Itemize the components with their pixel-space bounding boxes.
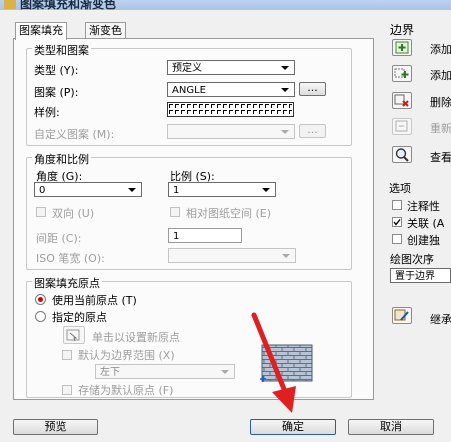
- ok-button[interactable]: 确定: [250, 419, 336, 435]
- use-current-origin-radio[interactable]: [35, 294, 46, 305]
- checkmark-icon: [393, 219, 401, 226]
- recreate-label: 重新: [430, 122, 451, 135]
- set-origin-button[interactable]: [63, 326, 85, 344]
- scale-value: 1: [173, 185, 180, 196]
- associative-label: 关联 (A: [407, 217, 445, 230]
- preview-button[interactable]: 预览: [13, 419, 98, 435]
- angle-scale-title: 角度和比例: [32, 151, 91, 167]
- cancel-button[interactable]: 取消: [348, 419, 434, 435]
- type-label: 类型 (Y):: [34, 64, 79, 77]
- chevron-down-icon: [281, 88, 289, 92]
- relative-paper-label: 相对图纸空间 (E): [186, 207, 272, 220]
- app-icon: [4, 0, 16, 9]
- pattern-value: ANGLE: [172, 85, 206, 96]
- spacing-label: 间距 (C):: [36, 232, 82, 245]
- store-default-label: 存储为默认原点 (F): [78, 384, 174, 397]
- add-pick-icon: [395, 41, 409, 54]
- type-dropdown[interactable]: 预定义: [167, 60, 295, 75]
- add-pick-label: 添加: [430, 43, 451, 56]
- options-title: 选项: [389, 182, 411, 195]
- title-bar: 图案填充和渐变色: [0, 0, 451, 10]
- view-label: 查看: [430, 151, 451, 164]
- associative-checkbox[interactable]: [392, 217, 402, 227]
- specified-origin-label: 指定的原点: [52, 311, 107, 324]
- iso-pen-label: ISO 笔宽 (O):: [36, 252, 105, 265]
- add-select-objects-button[interactable]: [392, 65, 412, 82]
- view-selections-button[interactable]: [392, 146, 412, 163]
- pattern-dropdown[interactable]: ANGLE: [167, 82, 295, 97]
- magnifier-icon: [395, 148, 409, 162]
- add-select-label: 添加: [430, 69, 451, 82]
- inherit-properties-button[interactable]: [392, 307, 412, 324]
- paintbrush-icon: [394, 309, 409, 321]
- specified-origin-radio[interactable]: [35, 311, 46, 322]
- pick-point-icon: [66, 329, 80, 342]
- pattern-browse-button[interactable]: ...: [299, 82, 326, 96]
- pattern-label: 图案 (P):: [34, 86, 79, 99]
- chevron-down-icon: [281, 66, 289, 70]
- click-set-origin-label: 单击以设置新原点: [92, 331, 180, 344]
- origin-title: 图案填充原点: [32, 275, 102, 291]
- separate-hatches-label: 创建独: [407, 234, 440, 247]
- default-extents-label: 默认为边界范围 (X): [78, 349, 175, 362]
- recreate-boundary-icon: [395, 120, 408, 132]
- angle-pattern-preview: [169, 104, 292, 115]
- type-pattern-title: 类型和图案: [32, 42, 91, 58]
- draw-order-value: 置于边界: [395, 271, 435, 282]
- chevron-down-icon: [128, 188, 136, 192]
- pattern-swatch[interactable]: [167, 102, 294, 117]
- window-title: 图案填充和渐变色: [20, 0, 117, 10]
- separate-hatches-checkbox[interactable]: [392, 234, 402, 244]
- custom-pattern-label: 自定义图案 (M):: [34, 128, 115, 141]
- chevron-down-icon: [221, 370, 229, 374]
- tab-hatch[interactable]: 图案填充: [15, 22, 67, 40]
- annotative-checkbox[interactable]: [392, 200, 402, 210]
- tab-gradient[interactable]: 渐变色: [85, 22, 126, 39]
- angle-value: 0: [39, 185, 46, 196]
- add-pick-points-button[interactable]: [392, 39, 412, 56]
- custom-pattern-dropdown[interactable]: [167, 124, 295, 139]
- double-label: 双向 (U): [52, 207, 95, 220]
- red-arrow-icon: [251, 312, 296, 413]
- relative-paper-checkbox[interactable]: [170, 207, 180, 217]
- spacing-value: 1: [173, 231, 180, 242]
- chevron-down-icon: [282, 254, 290, 258]
- iso-pen-dropdown[interactable]: [168, 248, 296, 263]
- remove-boundaries-button[interactable]: [392, 92, 412, 109]
- extents-position-value: 左下: [100, 367, 120, 378]
- spacing-input[interactable]: 1: [168, 228, 242, 243]
- chevron-down-icon: [281, 130, 289, 134]
- extents-position-dropdown[interactable]: 左下: [95, 364, 235, 379]
- default-extents-checkbox[interactable]: [62, 350, 72, 360]
- remove-boundary-icon: [394, 94, 409, 107]
- annotative-label: 注释性: [407, 200, 440, 213]
- remove-label: 删除: [430, 96, 451, 109]
- angle-dropdown[interactable]: 0: [34, 182, 142, 197]
- double-checkbox[interactable]: [36, 207, 46, 217]
- inherit-label: 继承: [430, 313, 451, 326]
- custom-browse-button[interactable]: ...: [299, 124, 326, 138]
- recreate-boundary-button[interactable]: [392, 118, 412, 135]
- scale-dropdown[interactable]: 1: [168, 182, 276, 197]
- use-current-origin-label: 使用当前原点 (T): [52, 294, 137, 307]
- draw-order-dropdown[interactable]: 置于边界: [390, 268, 451, 283]
- draw-order-label: 绘图次序: [390, 253, 434, 266]
- chevron-down-icon: [262, 188, 270, 192]
- type-value: 预定义: [172, 63, 202, 74]
- swatch-label: 样例:: [34, 106, 60, 119]
- annotation-arrow: [246, 312, 306, 416]
- store-default-checkbox[interactable]: [62, 385, 72, 395]
- add-select-icon: [394, 68, 409, 78]
- boundaries-title: 边界: [390, 23, 415, 37]
